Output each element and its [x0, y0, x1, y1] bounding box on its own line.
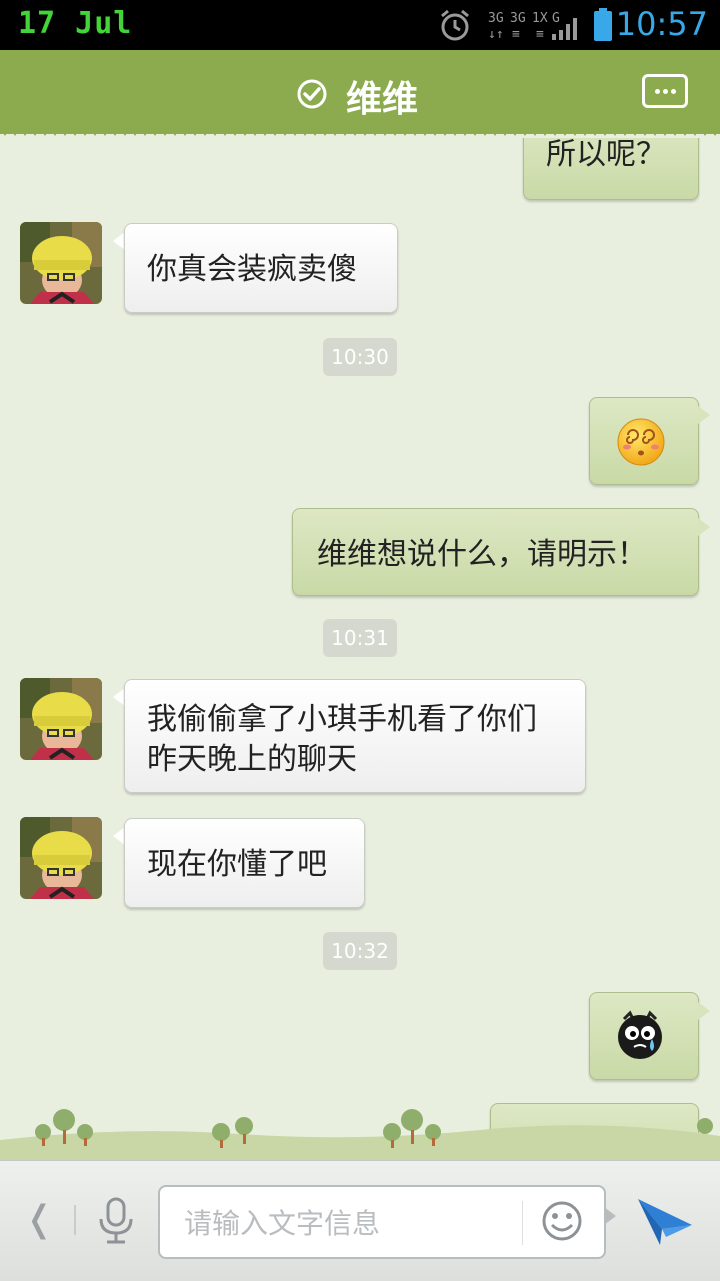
3g-icon: 3G ≡: [510, 11, 526, 42]
header-zigzag-edge: [0, 128, 720, 136]
status-time: 10:57: [615, 5, 708, 43]
bubble-tail: [698, 1002, 710, 1020]
avatar[interactable]: [20, 817, 102, 899]
message-bubble-outgoing[interactable]: 所以呢？: [523, 138, 699, 200]
status-bar: 17 Jul 3G ↓↑ 3G ≡ 1X ≡ G 10:57: [0, 0, 720, 50]
message-bubble-outgoing[interactable]: [589, 397, 699, 485]
divider: [74, 1205, 76, 1235]
check-circle-icon: [297, 79, 327, 109]
svg-text:↓↑: ↓↑: [488, 27, 504, 42]
message-bubble-outgoing[interactable]: [589, 992, 699, 1080]
message-text: 现在你懂了吧: [147, 847, 327, 882]
bubble-tail: [698, 406, 710, 424]
message-bubble-outgoing[interactable]: 维维想说什么，请明示！: [292, 508, 699, 596]
collapse-arrow-icon[interactable]: ❬: [24, 1199, 54, 1240]
svg-text:3G: 3G: [488, 11, 504, 26]
message-bubble-incoming[interactable]: 我偷偷拿了小琪手机看了你们昨天晚上的聊天: [124, 679, 586, 793]
message-bubble-outgoing[interactable]: 不是吧你！: [490, 1103, 699, 1160]
svg-text:≡: ≡: [512, 27, 520, 42]
message-input[interactable]: [182, 1201, 506, 1245]
timestamp-chip: 10:32: [323, 932, 397, 970]
alarm-icon: [441, 9, 469, 41]
message-text: 我偷偷拿了小琪手机看了你们昨天晚上的聊天: [147, 702, 537, 777]
send-icon[interactable]: [636, 1193, 694, 1247]
svg-text:1X: 1X: [532, 11, 548, 26]
timestamp-chip: 10:31: [323, 619, 397, 657]
divider: [522, 1201, 523, 1245]
status-date: 17 Jul: [18, 6, 133, 41]
avatar-image: [20, 222, 102, 304]
bubble-tail: [698, 518, 710, 536]
message-text: 不是吧你！: [515, 1132, 665, 1160]
battery-icon: [594, 8, 612, 41]
message-bubble-incoming[interactable]: 现在你懂了吧: [124, 818, 365, 908]
message-text: 你真会装疯卖傻: [147, 252, 357, 287]
crying-black-face-emoji: [618, 1010, 662, 1059]
input-box-tail: [604, 1207, 616, 1225]
microphone-icon[interactable]: [96, 1197, 136, 1245]
message-bubble-incoming[interactable]: 你真会装疯卖傻: [124, 223, 398, 313]
chat-menu-button[interactable]: [642, 74, 688, 108]
svg-text:G: G: [552, 11, 560, 26]
3g-icon: 3G ↓↑: [488, 11, 504, 42]
avatar-image: [20, 817, 102, 899]
menu-dot: [671, 89, 676, 94]
message-list[interactable]: 所以呢？ 你真会装疯卖傻 10:30 维维想说什么，请明示！ 10:31 我偷偷…: [0, 138, 720, 1160]
avatar[interactable]: [20, 678, 102, 760]
message-input-bar: ❬: [0, 1160, 720, 1281]
chat-title: 维维: [346, 79, 419, 120]
timestamp-chip: 10:30: [323, 338, 397, 376]
message-text: 所以呢？: [546, 138, 666, 172]
avatar-image: [20, 678, 102, 760]
message-text: 维维想说什么，请明示！: [317, 537, 647, 572]
emoji-smiley-icon[interactable]: [540, 1199, 584, 1243]
g-signal-icon: G: [552, 11, 577, 40]
svg-text:≡: ≡: [536, 27, 544, 42]
dizzy-face-emoji: [617, 418, 665, 466]
avatar[interactable]: [20, 222, 102, 304]
svg-text:3G: 3G: [510, 11, 526, 26]
menu-dot: [663, 89, 668, 94]
message-input-box[interactable]: [158, 1185, 606, 1259]
chat-menu-icon: [655, 89, 660, 94]
